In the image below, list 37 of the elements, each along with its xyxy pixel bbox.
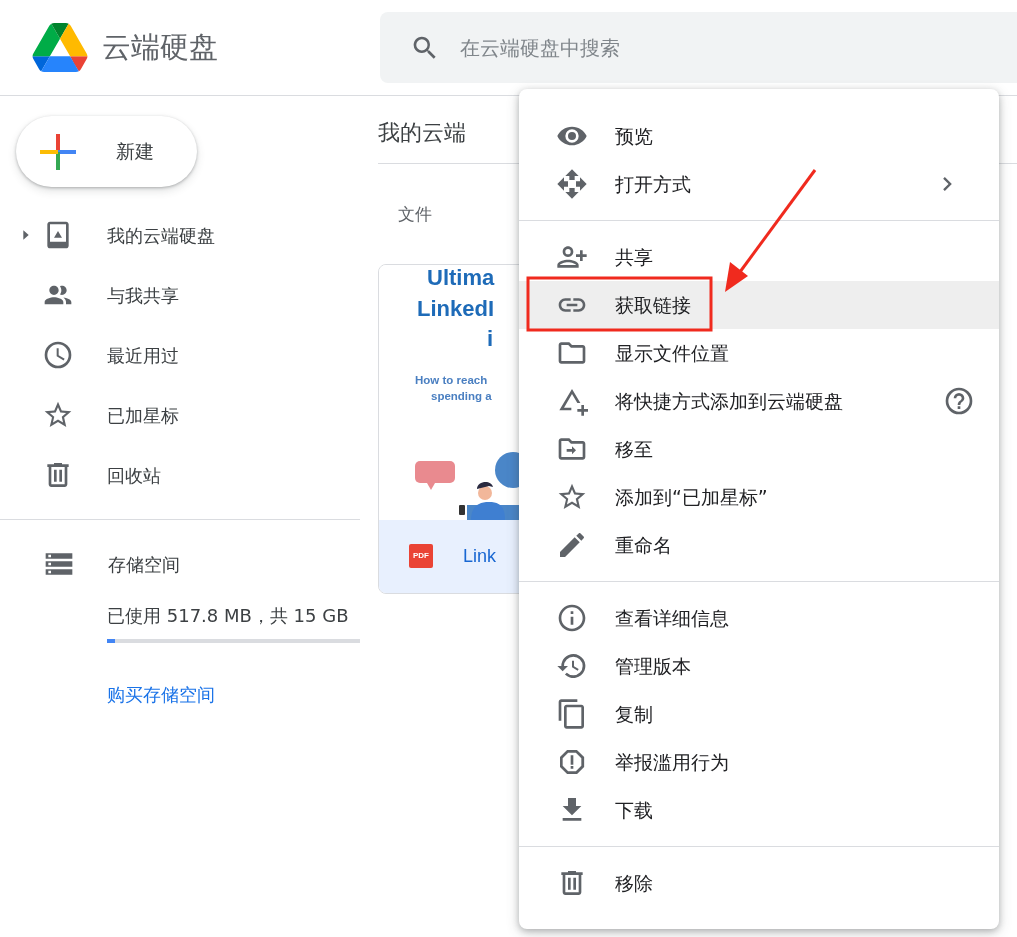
page-title: 我的云端 xyxy=(378,119,466,147)
menu-item[interactable]: 查看详细信息 xyxy=(519,594,999,642)
info-icon xyxy=(556,602,588,634)
new-button[interactable]: 新建 xyxy=(16,116,197,187)
storage-label: 存储空间 xyxy=(108,552,180,577)
pdf-icon: PDF xyxy=(409,544,433,568)
buy-storage-link[interactable]: 购买存储空间 xyxy=(107,681,215,708)
section-heading: 文件 xyxy=(398,203,433,226)
menu-item[interactable]: 下载 xyxy=(519,786,999,834)
sidebar-item[interactable]: 与我共享 xyxy=(0,265,350,325)
thumbnail-text: How to reach xyxy=(415,374,488,386)
chevron-icon xyxy=(943,177,952,191)
thumbnail-text: i xyxy=(487,327,494,350)
sidebar-item[interactable]: 回收站 xyxy=(0,445,350,505)
search-bar[interactable]: 在云端硬盘中搜索 xyxy=(380,12,1017,83)
thumbnail-text: spending a xyxy=(431,390,492,402)
file-name: Link xyxy=(463,544,497,568)
menu-item[interactable]: 打开方式 xyxy=(519,160,999,208)
menu-item[interactable]: 管理版本 xyxy=(519,642,999,690)
search-field[interactable]: 在云端硬盘中搜索 xyxy=(458,31,858,64)
help-icon xyxy=(943,385,975,417)
storage-usage: 已使用 517.8 MB，共 15 GB xyxy=(107,604,350,628)
menu-item[interactable]: 获取链接 xyxy=(519,281,999,329)
app-title: 云端硬盘 xyxy=(102,28,218,66)
sidebar-item[interactable]: 已加星标 xyxy=(0,385,350,445)
logo-icon xyxy=(32,23,88,72)
arrows-icon xyxy=(556,168,588,200)
sidebar-item[interactable]: 我的云端硬盘 xyxy=(0,205,350,265)
sidebar-item[interactable]: 最近用过 xyxy=(0,325,350,385)
clock-icon xyxy=(42,339,74,371)
thumbnail-text: LinkedI xyxy=(417,297,494,320)
thumbnail-text: Ultima xyxy=(427,266,495,289)
menu-item[interactable]: 举报滥用行为 xyxy=(519,738,999,786)
menu-item[interactable]: 移除 xyxy=(519,859,999,907)
plus-icon xyxy=(40,133,76,170)
menu-item[interactable]: 复制 xyxy=(519,690,999,738)
menu-item[interactable]: 预览 xyxy=(519,112,999,160)
